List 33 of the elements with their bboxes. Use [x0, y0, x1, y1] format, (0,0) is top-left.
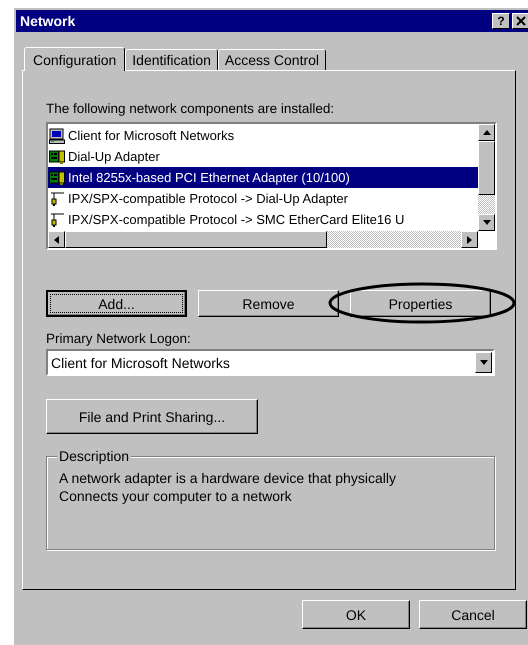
logon-dropdown[interactable]: Client for Microsoft Networks	[46, 349, 495, 376]
dialog-button[interactable]: Remove	[198, 290, 339, 317]
vertical-scrollbar[interactable]	[478, 124, 495, 231]
description-text: A network adapter is a hardware device that physically Connects your computer to a network	[59, 469, 397, 505]
tab[interactable]: Identification	[125, 49, 218, 70]
dialog-button[interactable]: Properties	[350, 290, 491, 317]
window-title: Network	[20, 13, 76, 29]
tab[interactable]: Configuration	[24, 47, 126, 71]
file-and-print-sharing-button[interactable]: File and Print Sharing...	[46, 399, 258, 434]
tab[interactable]: Access Control	[218, 49, 326, 70]
dialog-button[interactable]: Add...	[46, 290, 187, 317]
logon-label: Primary Network Logon:	[46, 331, 192, 346]
list-item[interactable]: Client for Microsoft Networks	[48, 125, 478, 146]
list-item[interactable]: IPX/SPX-compatible Protocol -> SMC EtherCard Elite16 U	[48, 209, 478, 230]
computer-icon	[49, 128, 65, 144]
network-card-icon	[49, 170, 65, 186]
right-arrow-icon[interactable]	[467, 236, 472, 244]
up-arrow-icon[interactable]	[482, 130, 490, 135]
cable-plug-icon	[49, 190, 65, 206]
dialog-button[interactable]: OK	[302, 600, 410, 629]
list-item[interactable]: IPX/SPX-compatible Protocol -> Dial-Up Adapter	[48, 188, 478, 209]
list-item[interactable]: Intel 8255x-based PCI Ethernet Adapter (10/100)	[48, 167, 478, 188]
dialog-button[interactable]: Cancel	[419, 600, 527, 629]
group-title: Description	[57, 448, 132, 464]
components-label: The following network components are installed:	[46, 101, 336, 116]
horizontal-scrollbar[interactable]	[48, 231, 478, 248]
list-item[interactable]: Dial-Up Adapter	[48, 146, 478, 167]
help-button[interactable]: ?	[492, 13, 510, 29]
down-arrow-icon[interactable]	[482, 220, 490, 225]
close-button[interactable]	[512, 13, 528, 29]
network-card-icon	[49, 148, 65, 164]
cable-plug-icon	[49, 212, 65, 228]
left-arrow-icon[interactable]	[54, 236, 59, 244]
